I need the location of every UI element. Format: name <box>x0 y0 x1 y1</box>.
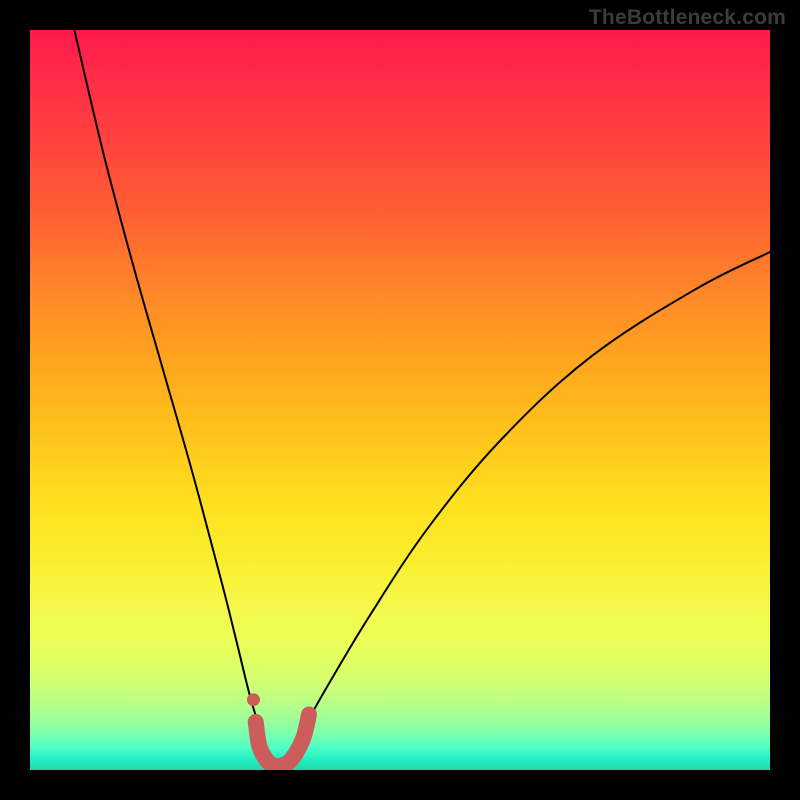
optimal-range-path <box>256 715 309 767</box>
bottleneck-curves <box>74 30 770 770</box>
curve-right-curve <box>274 252 770 770</box>
watermark-text: TheBottleneck.com <box>589 6 786 30</box>
curves-svg <box>30 30 770 770</box>
chart-frame: TheBottleneck.com <box>0 0 800 800</box>
curve-left-curve <box>74 30 274 770</box>
plot-area <box>30 30 770 770</box>
optimal-range-marker <box>247 693 309 766</box>
optimal-range-dot <box>247 693 260 706</box>
